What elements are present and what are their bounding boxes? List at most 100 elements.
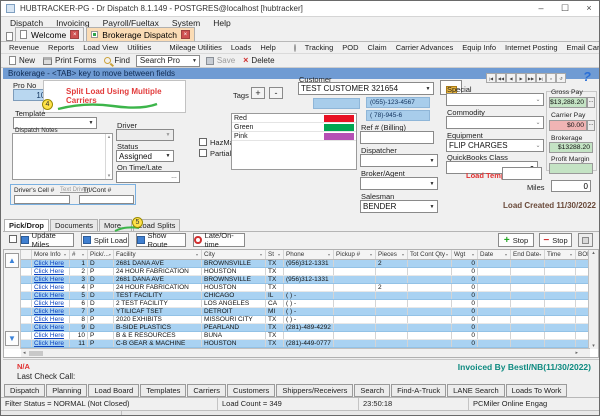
menu-item[interactable]: Help — [260, 43, 275, 52]
broker-agent-combobox[interactable]: ▼ — [360, 177, 438, 190]
partial-checkbox[interactable] — [199, 149, 207, 157]
close-tab-icon[interactable]: × — [70, 30, 79, 39]
row-selector[interactable]: ▶ — [21, 316, 32, 323]
row-selector[interactable]: ▶ — [21, 332, 32, 339]
add-tag-button[interactable]: + — [251, 87, 265, 99]
more-info-link[interactable]: Click Here — [32, 324, 70, 331]
table-row[interactable]: ▶ Click Here 11 P C-B GEAR & MACHINE HOU… — [21, 340, 590, 348]
module-tab[interactable]: Loads To Work — [506, 384, 568, 397]
module-tab[interactable]: Templates — [140, 384, 186, 397]
col-date[interactable]: Date▾ — [478, 250, 511, 259]
col-pickup[interactable]: Pickup #▾ — [334, 250, 376, 259]
nav-button[interactable]: ↺ — [556, 73, 566, 83]
more-info-link[interactable]: Click Here — [32, 332, 70, 339]
print-forms-button[interactable]: Print Forms — [41, 56, 98, 65]
save-button[interactable]: Save — [204, 56, 237, 65]
chevron-down-icon[interactable]: ▼ — [163, 153, 173, 159]
show-route-button[interactable]: Show Route — [136, 233, 186, 247]
grid-vertical-scrollbar[interactable]: ▴▾ — [588, 250, 598, 349]
menu-item[interactable]: Reports — [48, 43, 74, 52]
menu-item[interactable]: Loads — [231, 43, 251, 52]
chevron-down-icon[interactable]: ▼ — [190, 58, 199, 64]
tags-listbox[interactable]: Red Green Pink — [231, 113, 357, 170]
menu-item[interactable]: Mileage Utilities — [169, 43, 222, 52]
module-tab[interactable]: Carriers — [187, 384, 226, 397]
table-row[interactable]: ▶ Click Here 9 D B-SIDE PLASTICS PEARLAN… — [21, 324, 590, 332]
tab-pick-drop[interactable]: Pick/Drop — [4, 219, 49, 231]
col-pieces[interactable]: Pieces▾ — [376, 250, 408, 259]
chevron-down-icon[interactable]: ⌄ — [533, 119, 543, 126]
chevron-down-icon[interactable]: ▼ — [86, 120, 96, 126]
col-end-date[interactable]: End Date▾ — [511, 250, 545, 259]
more-info-link[interactable]: Click Here — [32, 260, 70, 267]
status-combobox[interactable]: Assigned▼ — [116, 150, 174, 162]
scrollbar[interactable]: ▴▾ — [105, 134, 112, 179]
menu-item[interactable]: Revenue — [9, 43, 39, 52]
delete-button[interactable]: × Delete — [241, 56, 276, 65]
table-row[interactable]: ▶ Click Here 10 P B & E RESOURCES BUNA T… — [21, 332, 590, 340]
close-button[interactable]: × — [577, 1, 600, 17]
more-info-link[interactable]: Click Here — [32, 268, 70, 275]
module-tab[interactable]: Load Board — [88, 384, 139, 397]
customer-combobox[interactable]: TEST CUSTOMER 321654▼ — [298, 82, 434, 95]
menu-item[interactable]: Carrier Advances — [396, 43, 454, 52]
more-info-link[interactable]: Click Here — [32, 284, 70, 291]
row-selector[interactable]: ▶ — [21, 300, 32, 307]
tag-row[interactable]: Pink — [232, 132, 356, 141]
ellipsis-icon[interactable]: … — [169, 174, 179, 180]
nav-button[interactable]: ◀ — [506, 73, 516, 83]
minimize-button[interactable]: – — [529, 1, 553, 17]
menu-item[interactable]: Invoicing — [56, 18, 90, 28]
load-temp-input[interactable] — [502, 167, 542, 180]
chevron-down-icon[interactable]: ⌄ — [533, 142, 543, 149]
find-button[interactable]: Find — [102, 56, 132, 65]
module-tab[interactable]: Shippers/Receivers — [276, 384, 353, 397]
table-row[interactable]: ▶ Click Here 7 P YTILICAF TSET DETROIT M… — [21, 308, 590, 316]
grid-horizontal-scrollbar[interactable]: ◂▸ — [21, 348, 590, 357]
nav-button[interactable]: × — [546, 73, 556, 83]
menu-item[interactable]: Claim — [368, 43, 387, 52]
more-info-link[interactable]: Click Here — [32, 308, 70, 315]
row-selector[interactable]: ▶ — [21, 260, 32, 267]
menu-item[interactable]: System — [172, 18, 200, 28]
move-row-up-button[interactable]: ▲ — [5, 253, 19, 268]
col-city[interactable]: City▾ — [202, 250, 266, 259]
table-row[interactable]: ▶ Click Here 3 D 2681 DANA AVE BROWNSVIL… — [21, 276, 590, 284]
tab-documents[interactable]: Documents — [50, 219, 98, 231]
table-row[interactable]: ▶ Click Here 5 D TEST FACILITY CHICAGO I… — [21, 292, 590, 300]
col-more-info[interactable]: More Info▾ — [32, 250, 70, 259]
module-tab[interactable]: Find-A-Truck — [391, 384, 446, 397]
commodity-combobox[interactable]: ⌄ — [446, 116, 544, 129]
menu-item[interactable]: Internet Posting — [505, 43, 558, 52]
row-selector[interactable]: ▶ — [21, 292, 32, 299]
col-tot-cont-qty[interactable]: Tot Cont Qty▾ — [408, 250, 452, 259]
move-row-down-button[interactable]: ▼ — [5, 331, 19, 346]
menu-item[interactable]: POD — [342, 43, 358, 52]
module-tab[interactable]: Planning — [46, 384, 87, 397]
more-info-link[interactable]: Click Here — [32, 292, 70, 299]
menu-item[interactable]: Load View — [83, 43, 118, 52]
hazmat-checkbox[interactable] — [199, 138, 207, 146]
row-selector[interactable]: ▶ — [21, 324, 32, 331]
dispatcher-combobox[interactable]: ▼ — [360, 154, 438, 167]
more-info-link[interactable]: Click Here — [32, 316, 70, 323]
row-selector[interactable]: ▶ — [21, 276, 32, 283]
chevron-down-icon[interactable]: ▼ — [427, 158, 437, 164]
trl-cont-input[interactable] — [79, 195, 134, 204]
on-time-late-field[interactable]: … — [116, 171, 180, 183]
table-row[interactable]: ▶ Click Here 2 P 24 HOUR FABRICATION HOU… — [21, 268, 590, 276]
gross-pay-ellipsis-button[interactable]: ... — [587, 97, 595, 108]
update-miles-button[interactable]: Update Miles — [20, 233, 74, 247]
nav-button[interactable]: ◀◀ — [496, 73, 506, 83]
table-row[interactable]: ▶ Click Here 8 P 2020 EXHIBITS MISSOURI … — [21, 316, 590, 324]
more-info-link[interactable]: Click Here — [32, 276, 70, 283]
add-stop-button[interactable]: +Stop — [498, 233, 534, 247]
module-tab[interactable]: Dispatch — [4, 384, 45, 397]
row-selector[interactable]: ▶ — [21, 340, 32, 347]
remove-stop-button[interactable]: −Stop — [539, 233, 572, 247]
remove-tag-button[interactable]: - — [269, 87, 283, 99]
menu-item[interactable]: Tracking — [305, 43, 333, 52]
equipment-combobox[interactable]: FLIP CHARGES⌄ — [446, 139, 544, 152]
col-time[interactable]: Time▾ — [545, 250, 576, 259]
menu-item[interactable]: Equip Info — [462, 43, 496, 52]
